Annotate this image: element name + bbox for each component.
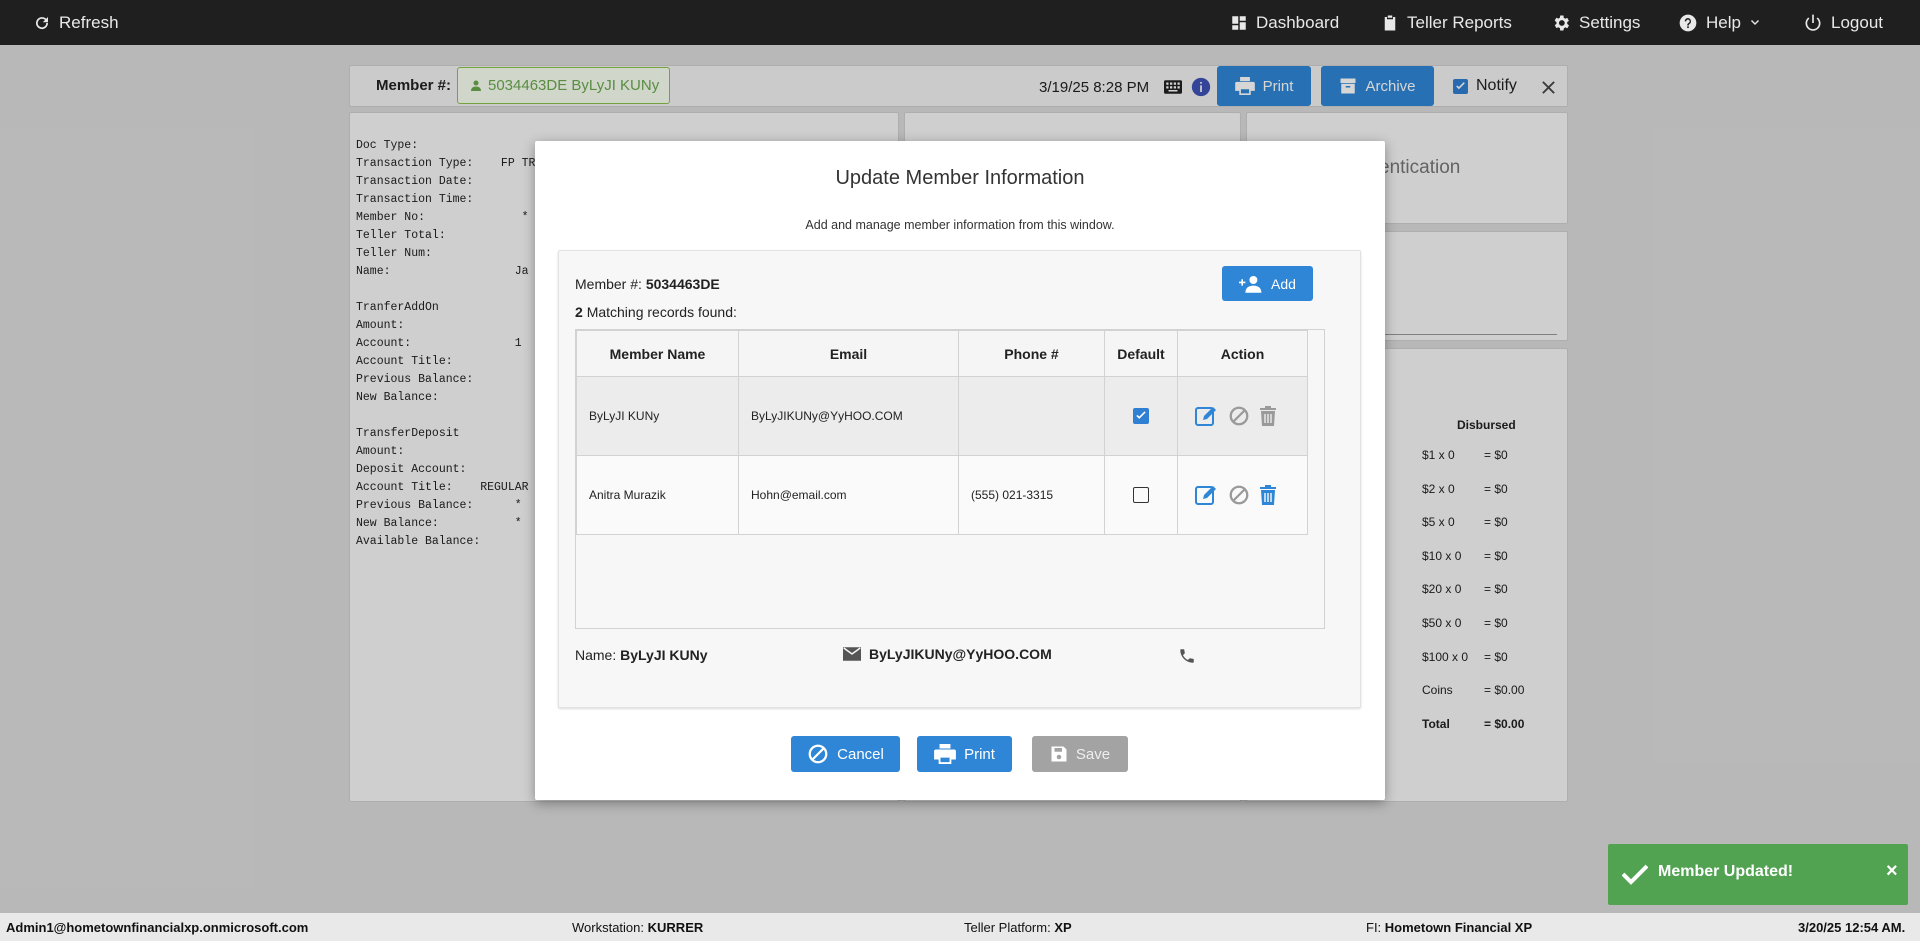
modal-print-label: Print	[964, 745, 995, 763]
match-label: Matching records found:	[586, 304, 737, 320]
toast-close-button[interactable]: ×	[1886, 860, 1898, 883]
email-cell: Hohn@email.com	[738, 455, 959, 535]
dashboard-link[interactable]: Dashboard	[1230, 0, 1339, 45]
edit-icon[interactable]	[1194, 405, 1220, 427]
status-fi: FI: Hometown Financial XP	[1366, 920, 1532, 935]
status-datetime: 3/20/25 12:54 AM.	[1798, 920, 1906, 935]
add-member-label: Add	[1271, 275, 1296, 292]
status-platform: Teller Platform: XP	[964, 920, 1072, 935]
envelope-icon	[843, 647, 861, 661]
default-checkbox[interactable]	[1133, 408, 1149, 424]
modal-member-label: Member #:	[575, 276, 642, 292]
trash-icon[interactable]	[1259, 484, 1277, 506]
modal-title: Update Member Information	[835, 167, 1085, 189]
fi-value: Hometown Financial XP	[1384, 920, 1533, 935]
add-user-icon	[1239, 275, 1262, 293]
member-name-cell: ByLyJI KUNy	[576, 376, 739, 456]
action-cell	[1177, 455, 1308, 535]
selected-email-value: ByLyJIKUNy@YyHOO.COM	[869, 646, 1052, 662]
modal-subtitle: Add and manage member information from t…	[805, 218, 1115, 232]
table-row[interactable]: Anitra Murazik Hohn@email.com (555) 021-…	[576, 455, 1308, 535]
settings-link[interactable]: Settings	[1551, 0, 1640, 45]
top-navigation-bar: Refresh Dashboard Teller Reports Setting…	[0, 0, 1920, 45]
email-cell: ByLyJIKUNy@YyHOO.COM	[738, 376, 959, 456]
dashboard-icon	[1232, 15, 1246, 30]
phone-cell: (555) 021-3315	[958, 455, 1105, 535]
workstation-value: KURRER	[647, 920, 704, 935]
modal-member-value: 5034463DE	[645, 276, 720, 292]
save-button[interactable]: Save	[1032, 736, 1128, 772]
members-table-container: Member Name Email Phone # Default Action…	[575, 329, 1325, 629]
help-icon	[1679, 14, 1697, 31]
default-checkbox[interactable]	[1133, 487, 1149, 503]
checkmark-icon	[1622, 864, 1648, 885]
cancel-button[interactable]: Cancel	[791, 736, 900, 772]
clipboard-icon	[1384, 15, 1396, 30]
workstation-label: Workstation:	[572, 920, 645, 935]
action-cell	[1177, 376, 1308, 456]
status-workstation: Workstation: KURRER	[572, 920, 703, 935]
save-label: Save	[1075, 745, 1111, 763]
disable-icon[interactable]	[1228, 484, 1250, 506]
column-header-member-name[interactable]: Member Name	[576, 330, 739, 377]
teller-reports-label: Teller Reports	[1407, 12, 1512, 32]
printer-icon	[934, 744, 956, 764]
phone-cell	[958, 376, 1105, 456]
selected-email: ByLyJIKUNy@YyHOO.COM	[843, 646, 1052, 662]
table-row[interactable]: ByLyJI KUNy ByLyJIKUNy@YyHOO.COM	[576, 376, 1308, 456]
success-toast: Member Updated! ×	[1608, 844, 1908, 905]
status-user: Admin1@hometownfinancialxp.onmicrosoft.c…	[6, 920, 309, 935]
update-member-modal: Update Member Information Add and manage…	[535, 141, 1385, 800]
trash-icon[interactable]	[1259, 405, 1277, 427]
modal-print-button[interactable]: Print	[917, 736, 1012, 772]
checkmark-icon	[1136, 411, 1146, 419]
cancel-icon	[808, 744, 828, 764]
edit-icon[interactable]	[1194, 484, 1220, 506]
refresh-button[interactable]: Refresh	[33, 0, 119, 45]
selected-name-value: ByLyJI KUNy	[620, 647, 708, 663]
fi-label: FI:	[1366, 920, 1382, 935]
logout-link[interactable]: Logout	[1803, 0, 1883, 45]
selected-name: Name: ByLyJI KUNy	[575, 647, 708, 663]
add-member-button[interactable]: Add	[1222, 266, 1313, 301]
selected-name-label: Name:	[575, 647, 617, 663]
column-header-default[interactable]: Default	[1104, 330, 1178, 377]
power-icon	[1805, 14, 1821, 31]
column-header-phone[interactable]: Phone #	[958, 330, 1105, 377]
chevron-down-icon	[1750, 19, 1759, 25]
dashboard-label: Dashboard	[1256, 12, 1340, 32]
settings-label: Settings	[1579, 12, 1641, 32]
platform-value: XP	[1054, 920, 1072, 935]
disable-icon[interactable]	[1228, 405, 1250, 427]
column-header-email[interactable]: Email	[738, 330, 959, 377]
column-header-action[interactable]: Action	[1177, 330, 1308, 377]
toast-message: Member Updated!	[1658, 863, 1794, 880]
help-menu[interactable]: Help	[1678, 0, 1761, 45]
platform-label: Teller Platform:	[964, 920, 1051, 935]
member-name-cell: Anitra Murazik	[576, 455, 739, 535]
logout-label: Logout	[1831, 12, 1883, 32]
modal-member-number: Member #: 5034463DE	[575, 276, 720, 292]
default-cell	[1104, 455, 1178, 535]
phone-icon	[1180, 649, 1194, 663]
match-count: 2	[575, 304, 583, 320]
member-records-card: Member #: 5034463DE Add 2 Matching recor…	[558, 250, 1361, 708]
default-cell	[1104, 376, 1178, 456]
help-label: Help	[1706, 12, 1741, 32]
save-icon	[1051, 746, 1067, 762]
refresh-label: Refresh	[59, 12, 119, 32]
teller-reports-link[interactable]: Teller Reports	[1381, 0, 1512, 45]
refresh-icon	[36, 16, 49, 29]
match-count-text: 2 Matching records found:	[575, 304, 737, 320]
status-bar: Admin1@hometownfinancialxp.onmicrosoft.c…	[0, 913, 1920, 941]
cancel-label: Cancel	[837, 745, 884, 763]
gear-icon	[1554, 15, 1569, 30]
members-table: Member Name Email Phone # Default Action…	[576, 330, 1308, 535]
